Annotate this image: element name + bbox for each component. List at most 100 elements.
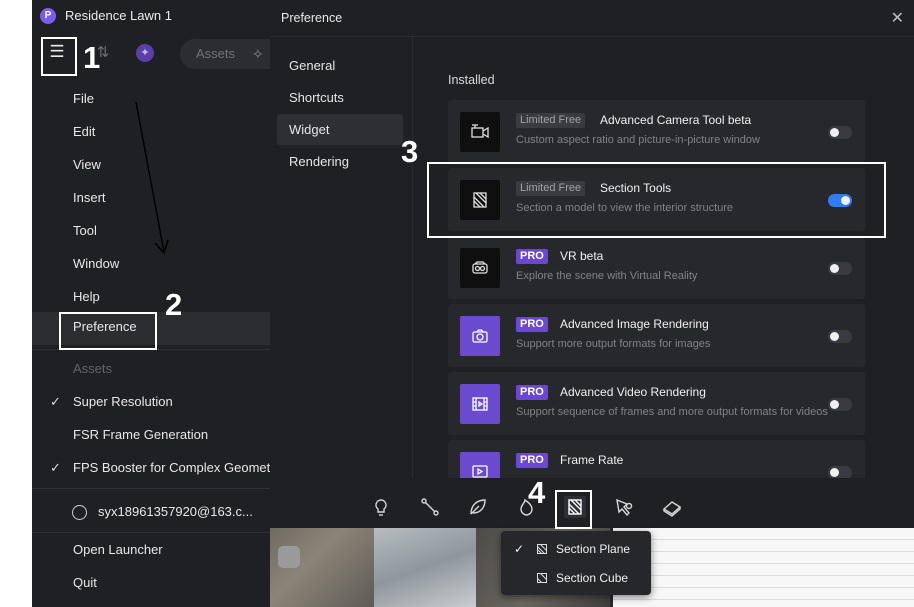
menu-item-view[interactable]: View	[32, 150, 270, 183]
menu-item-user-account[interactable]: syx18961357920@163.c...	[32, 497, 270, 530]
menu-item-help[interactable]: Help	[32, 282, 270, 315]
toggle-knob	[830, 468, 839, 477]
menu-option-super-resolution[interactable]: ✓ Super Resolution	[32, 387, 270, 420]
menu-item-label: Open Launcher	[73, 542, 163, 557]
step3-highlight	[427, 162, 886, 238]
menu-item-label: Quit	[73, 575, 97, 590]
step2-number: 2	[165, 287, 183, 322]
menu-item-label: File	[73, 91, 94, 106]
preference-content: Installed Limited Free Advanced Camera T…	[414, 37, 914, 478]
toggle-knob	[830, 128, 839, 137]
eraser-icon[interactable]	[661, 496, 683, 518]
preference-header: Preference ✕	[270, 0, 914, 37]
menu-item-window[interactable]: Window	[32, 249, 270, 282]
close-icon[interactable]: ✕	[891, 8, 904, 28]
menu-item-label: Insert	[73, 190, 106, 205]
widget-toggle[interactable]	[828, 262, 852, 275]
section-cube-label: Section Cube	[556, 571, 629, 585]
widget-description: Explore the scene with Virtual Reality	[516, 270, 698, 282]
camera-icon	[460, 316, 500, 356]
menu-divider	[32, 532, 270, 533]
toggle-knob	[830, 400, 839, 409]
option-label: Super Resolution	[73, 394, 173, 409]
scene-marble-texture	[374, 528, 476, 607]
step1-number: 1	[83, 40, 101, 75]
section-plane-icon	[537, 544, 547, 554]
section-dropdown: ✓ Section Plane Section Cube	[501, 531, 651, 595]
nav-shortcuts[interactable]: Shortcuts	[277, 82, 403, 113]
app-logo-icon: P	[40, 8, 56, 24]
nav-general[interactable]: General	[277, 50, 403, 81]
pro-badge: PRO	[516, 385, 548, 400]
assets-button[interactable]: Assets ✧	[180, 39, 270, 69]
check-icon: ✓	[50, 460, 61, 475]
menu-item-edit[interactable]: Edit	[32, 117, 270, 150]
installed-heading: Installed	[448, 73, 495, 87]
option-label: FSR Frame Generation	[73, 427, 209, 442]
widget-advanced-camera-tool: Limited Free Advanced Camera Tool beta C…	[448, 100, 865, 163]
preference-nav: General Shortcuts Widget Rendering	[270, 37, 413, 478]
pro-badge: PRO	[516, 317, 548, 332]
nav-widget[interactable]: Widget	[277, 114, 403, 145]
widget-frame-rate: PRO Frame Rate	[448, 440, 865, 478]
toggle-knob	[830, 264, 839, 273]
menu-option-fps-booster[interactable]: ✓ FPS Booster for Complex Geometry	[32, 453, 270, 486]
user-email: syx18961357920@163.c...	[98, 504, 253, 519]
step2-highlight	[59, 312, 157, 350]
menu-item-insert[interactable]: Insert	[32, 183, 270, 216]
assets-label: Assets	[196, 46, 236, 61]
widget-name: VR beta	[560, 249, 604, 263]
widget-description: Support more output formats for images	[516, 338, 711, 350]
widget-name: Advanced Camera Tool beta	[600, 113, 752, 127]
path-icon[interactable]	[419, 496, 441, 518]
nav-rendering[interactable]: Rendering	[277, 146, 403, 177]
camera-crop-icon	[460, 112, 500, 152]
plugin-icon[interactable]: ✦	[136, 44, 154, 62]
widget-description: Support sequence of frames and more outp…	[516, 406, 828, 418]
step3-number: 3	[401, 134, 419, 169]
widget-vr: PRO VR beta Explore the scene with Virtu…	[448, 236, 865, 299]
menu-item-label: Tool	[73, 223, 97, 238]
section-cube-option[interactable]: Section Cube	[501, 564, 651, 592]
pro-badge: PRO	[516, 453, 548, 468]
widget-name: Advanced Image Rendering	[560, 317, 709, 331]
user-icon	[72, 505, 87, 520]
menu-item-label: Edit	[73, 124, 96, 139]
menu-divider	[32, 488, 270, 489]
check-icon: ✓	[50, 394, 61, 409]
option-label: FPS Booster for Complex Geometry	[73, 460, 270, 475]
step1-highlight	[41, 37, 77, 76]
bottom-toolbar	[270, 478, 914, 528]
pro-badge: PRO	[516, 249, 548, 264]
sparkle-icon: ✧	[252, 46, 264, 62]
menu-item-quit[interactable]: Quit	[32, 568, 270, 601]
section-plane-option[interactable]: ✓ Section Plane	[501, 535, 651, 563]
step4-number: 4	[528, 475, 546, 510]
leaf-icon[interactable]	[467, 496, 489, 518]
widget-description: Custom aspect ratio and picture-in-pictu…	[516, 134, 760, 146]
menu-item-label: View	[73, 157, 101, 172]
widget-toggle[interactable]	[828, 126, 852, 139]
menu-item-open-launcher[interactable]: Open Launcher	[32, 535, 270, 568]
pen-tool-icon[interactable]	[613, 496, 635, 518]
vr-headset-icon	[460, 248, 500, 288]
widget-toggle[interactable]	[828, 398, 852, 411]
scene-siding-texture	[612, 528, 914, 607]
section-plane-label: Section Plane	[556, 542, 631, 556]
widget-name: Advanced Video Rendering	[560, 385, 706, 399]
menu-item-file[interactable]: File	[32, 84, 270, 117]
light-bulb-icon[interactable]	[370, 496, 392, 518]
step4-highlight	[555, 490, 592, 529]
preference-title: Preference	[281, 11, 343, 25]
app-window: P Residence Lawn 1 ☰ ⇅ ✦ Assets ✧ File E…	[32, 0, 270, 607]
widget-toggle[interactable]	[828, 330, 852, 343]
menu-item-label: Help	[73, 289, 100, 304]
menu-option-fsr-frame-generation[interactable]: FSR Frame Generation	[32, 420, 270, 453]
scene-marker-icon[interactable]	[278, 546, 300, 568]
menu-item-label: Window	[73, 256, 120, 271]
menu-item-tool[interactable]: Tool	[32, 216, 270, 249]
widget-toggle[interactable]	[828, 466, 852, 478]
section-heading-label: Assets	[73, 361, 113, 376]
title-bar: P Residence Lawn 1	[32, 0, 270, 34]
app-title: Residence Lawn 1	[65, 8, 172, 23]
